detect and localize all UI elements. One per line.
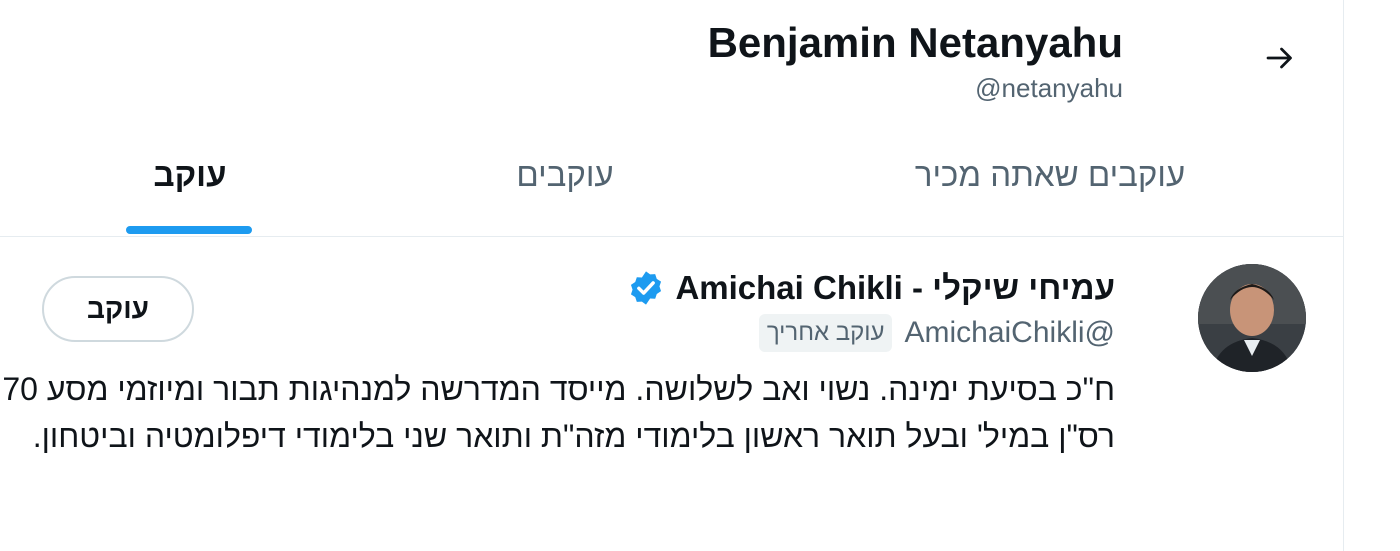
tab-following[interactable]: עוקב — [120, 140, 260, 236]
avatar[interactable] — [1198, 264, 1306, 372]
tab-followers-you-know[interactable]: עוקבים שאתה מכיר — [880, 140, 1220, 236]
app-frame: Benjamin Netanyahu @netanyahu עוקבים שאת… — [0, 0, 1400, 551]
following-button[interactable]: עוקב — [42, 276, 194, 342]
user-handle-row: @AmichaiChikli עוקב אחריך — [758, 312, 1115, 354]
active-tab-indicator — [126, 226, 252, 234]
follow-list-panel: Benjamin Netanyahu @netanyahu עוקבים שאת… — [0, 0, 1344, 551]
tab-followers[interactable]: עוקבים — [460, 140, 670, 236]
follows-you-badge: עוקב אחריך — [758, 314, 893, 352]
arrow-right-icon — [1262, 40, 1298, 81]
profile-header: Benjamin Netanyahu @netanyahu — [708, 16, 1123, 106]
tab-bar: עוקבים שאתה מכיר עוקבים עוקב — [0, 140, 1343, 237]
user-handle[interactable]: @AmichaiChikli — [904, 312, 1115, 354]
user-name[interactable]: עמיחי שיקלי - Amichai Chikli — [675, 266, 1115, 310]
profile-handle: @netanyahu — [975, 73, 1123, 103]
verified-badge-icon — [627, 269, 665, 307]
user-name-row: עמיחי שיקלי - Amichai Chikli — [627, 266, 1115, 310]
back-button[interactable] — [1252, 32, 1308, 88]
page-title: Benjamin Netanyahu — [707, 19, 1123, 66]
user-bio: ח"כ בסיעת ימינה. נשוי ואב לשלושה. מייסד … — [0, 371, 1115, 454]
